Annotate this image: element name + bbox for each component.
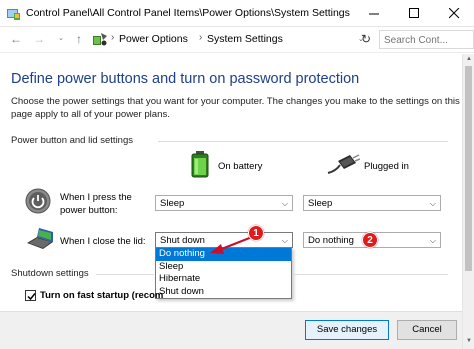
close-icon: [449, 8, 460, 19]
back-arrow-icon[interactable]: ←: [9, 32, 23, 46]
dropdown-option-sleep[interactable]: Sleep: [156, 261, 291, 274]
dropdown-option-shut-down[interactable]: Shut down: [156, 286, 291, 299]
battery-icon: [190, 150, 210, 181]
chevron-down-icon[interactable]: ⌄: [54, 32, 68, 46]
close-button[interactable]: [434, 0, 474, 27]
chevron-down-icon: ⌵: [429, 199, 436, 208]
vertical-scrollbar[interactable]: ▲ ▼: [462, 54, 474, 349]
laptop-lid-icon: [25, 226, 55, 253]
annotation-badge-1: 1: [248, 225, 264, 241]
row-label-power-button: When I press the power button:: [60, 192, 132, 216]
maximize-icon: [409, 8, 419, 18]
save-changes-button[interactable]: Save changes: [305, 320, 389, 340]
fast-startup-checkbox[interactable]: [25, 290, 36, 301]
power-plug-icon: [326, 153, 361, 178]
select-value: Sleep: [160, 198, 185, 209]
address-bar: ← → ⌄ ↑ › Power Options › System Setting…: [0, 27, 474, 53]
minimize-button[interactable]: [354, 0, 394, 27]
chevron-down-icon: ⌵: [281, 199, 288, 208]
section-divider: [158, 141, 448, 142]
breadcrumb-system-settings[interactable]: System Settings: [207, 33, 283, 45]
up-arrow-icon[interactable]: ↑: [72, 32, 86, 46]
select-value: Sleep: [308, 198, 333, 209]
search-box[interactable]: [379, 30, 474, 49]
fast-startup-label: Turn on fast startup (recom: [40, 290, 164, 301]
power-options-icon: [92, 31, 108, 47]
section-title-power: Power button and lid settings: [11, 135, 133, 146]
scroll-up-icon[interactable]: ▲: [465, 56, 473, 62]
breadcrumb-power-options[interactable]: Power Options: [119, 33, 188, 45]
scroll-down-icon[interactable]: ▼: [465, 338, 473, 344]
column-label-on-battery: On battery: [218, 161, 263, 172]
refresh-icon[interactable]: ↻: [357, 30, 375, 49]
title-bar: Control Panel\All Control Panel Items\Po…: [0, 0, 474, 27]
minimize-icon: [369, 13, 379, 15]
forward-arrow-icon[interactable]: →: [32, 32, 46, 46]
window-title: Control Panel\All Control Panel Items\Po…: [26, 7, 350, 19]
maximize-button[interactable]: [394, 0, 434, 27]
footer-bar: Save changes Cancel: [0, 311, 462, 349]
checkmark-icon: [27, 293, 36, 301]
section-title-shutdown: Shutdown settings: [11, 268, 89, 279]
scrollbar-thumb[interactable]: [465, 66, 472, 271]
cancel-button[interactable]: Cancel: [397, 320, 457, 340]
annotation-badge-2: 2: [362, 232, 378, 248]
dropdown-option-hibernate[interactable]: Hibernate: [156, 273, 291, 286]
power-button-icon: [25, 188, 51, 217]
column-label-plugged-in: Plugged in: [364, 161, 409, 172]
section-divider: [293, 274, 448, 275]
breadcrumb[interactable]: › Power Options › System Settings ⌄: [90, 30, 370, 49]
page-title: Define power buttons and turn on passwor…: [11, 71, 360, 87]
row-label-lid: When I close the lid:: [60, 236, 146, 247]
select-value: Do nothing: [308, 235, 354, 246]
control-panel-icon: [6, 6, 21, 21]
page-description: Choose the power settings that you want …: [11, 96, 460, 120]
chevron-down-icon: ⌵: [281, 236, 288, 245]
search-input[interactable]: [384, 33, 472, 47]
chevron-down-icon: ⌵: [429, 236, 436, 245]
select-value: Shut down: [160, 235, 205, 246]
power-button-plugged-in-select[interactable]: Sleep ⌵: [303, 195, 441, 211]
section-divider: [96, 274, 154, 275]
power-button-on-battery-select[interactable]: Sleep ⌵: [155, 195, 293, 211]
